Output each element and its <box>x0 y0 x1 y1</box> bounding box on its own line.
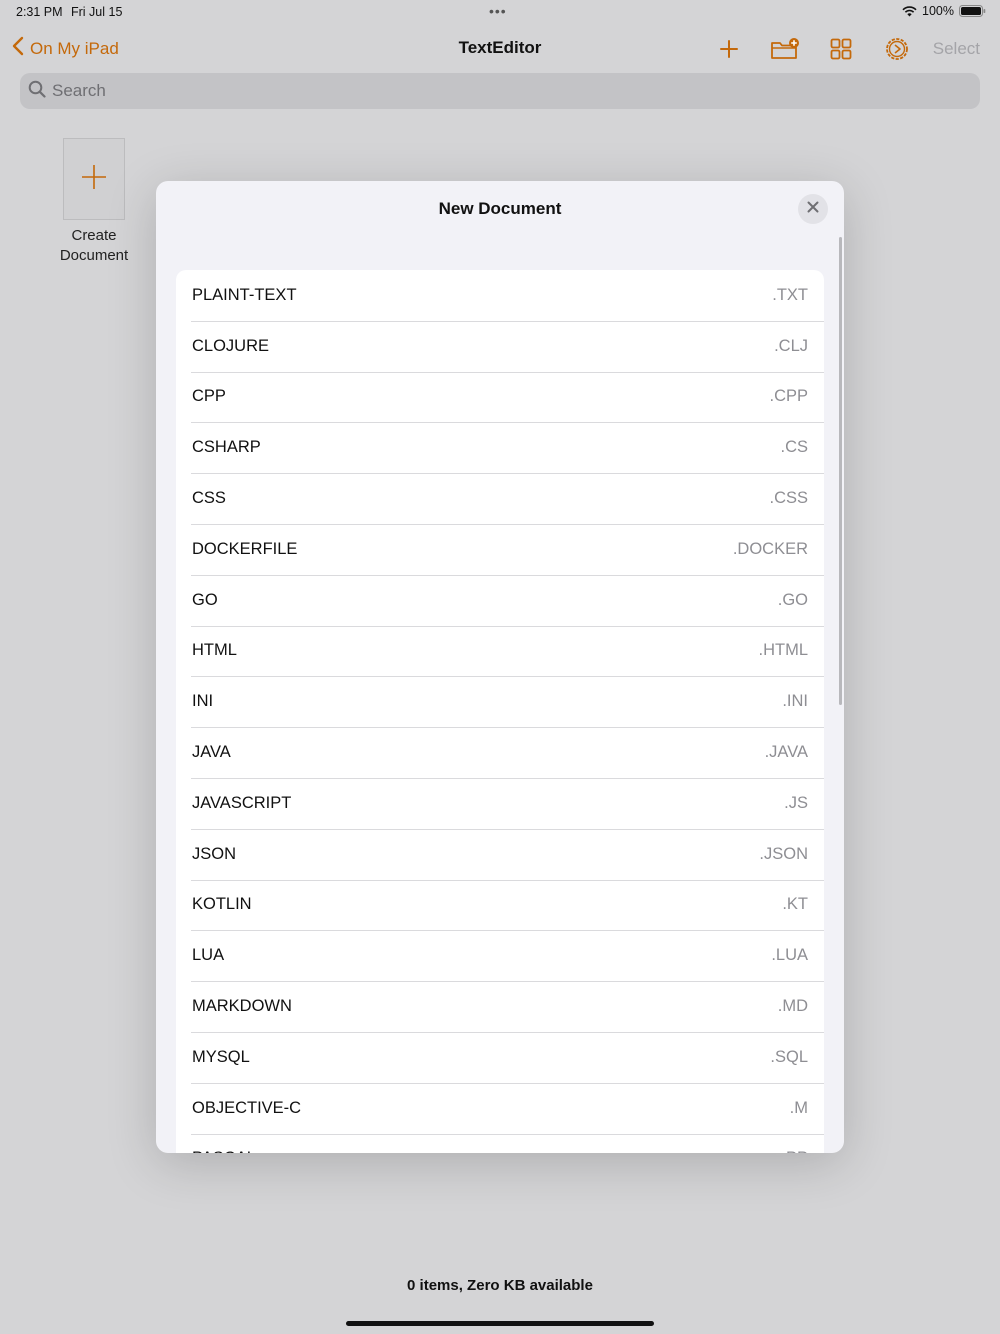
document-type-name: JAVA <box>192 743 231 762</box>
list-item[interactable]: PLAINT-TEXT .TXT <box>176 270 824 321</box>
sheet-title: New Document <box>438 199 562 218</box>
search-placeholder: Search <box>52 81 106 100</box>
document-type-extension: .PP <box>781 1149 808 1153</box>
list-item[interactable]: CPP .CPP <box>176 371 824 423</box>
document-type-name: DOCKERFILE <box>192 539 298 558</box>
new-folder-icon[interactable] <box>765 34 805 64</box>
document-type-extension: .TXT <box>772 285 808 304</box>
list-item[interactable]: KOTLIN .KT <box>176 879 824 931</box>
list-item[interactable]: MARKDOWN .MD <box>176 981 824 1032</box>
close-button[interactable] <box>798 194 828 224</box>
document-type-extension: .KT <box>782 895 808 914</box>
document-type-name: JAVASCRIPT <box>192 793 292 812</box>
document-type-extension: .CSS <box>769 489 808 508</box>
list-item[interactable]: INI .INI <box>176 676 824 727</box>
document-type-name: JSON <box>192 844 237 863</box>
grid-view-icon[interactable] <box>821 34 861 64</box>
list-item[interactable]: JSON .JSON <box>176 828 824 880</box>
home-indicator[interactable] <box>346 1321 654 1326</box>
document-type-name: CSS <box>192 489 226 508</box>
document-type-extension: .JS <box>784 793 808 812</box>
create-document-label[interactable]: Create Document <box>44 226 144 266</box>
status-time: 2:31 PM <box>16 5 63 19</box>
select-button[interactable]: Select <box>933 39 980 59</box>
storage-status: 0 items, Zero KB available <box>407 1277 593 1294</box>
document-type-extension: .CS <box>780 438 808 457</box>
toolbar-actions: Select <box>693 34 980 64</box>
navigation-bar: On My iPad TextEditor Select <box>0 28 1000 68</box>
document-type-extension: .DOCKER <box>732 539 808 558</box>
document-type-name: HTML <box>192 641 237 660</box>
list-item[interactable]: DOCKERFILE .DOCKER <box>176 523 824 575</box>
status-bar: 2:31 PM Fri Jul 15 ••• 100% <box>0 0 1000 24</box>
settings-gear-icon[interactable] <box>877 34 917 64</box>
document-type-name: CSHARP <box>192 438 261 457</box>
create-document-tile[interactable] <box>63 138 125 220</box>
document-type-extension: .JSON <box>759 844 808 863</box>
document-type-extension: .CLJ <box>774 336 808 355</box>
list-item[interactable]: JAVASCRIPT .JS <box>176 777 824 829</box>
document-type-extension: .HTML <box>758 641 809 660</box>
document-type-name: MYSQL <box>192 1047 250 1066</box>
plus-icon[interactable] <box>709 34 749 64</box>
document-type-name: OBJECTIVE-C <box>192 1098 302 1117</box>
document-type-extension: .M <box>789 1098 808 1117</box>
list-item[interactable]: OBJECTIVE-C .M <box>176 1082 824 1134</box>
list-item[interactable]: PASCAL .PP <box>176 1133 824 1153</box>
document-type-name: CLOJURE <box>192 336 270 355</box>
wifi-icon <box>902 5 917 17</box>
document-type-name: MARKDOWN <box>192 997 292 1016</box>
status-date: Fri Jul 15 <box>71 5 123 19</box>
document-type-extension: .INI <box>782 692 808 711</box>
new-document-sheet: New Document PLAINT-TEXT .TXT CLOJURE .CLJ C… <box>156 181 844 1153</box>
document-type-name: GO <box>192 590 218 609</box>
battery-icon <box>959 5 986 17</box>
document-type-name: KOTLIN <box>192 895 252 914</box>
document-type-name: CPP <box>192 387 226 406</box>
create-label-line2: Document <box>59 247 129 264</box>
list-item[interactable]: MYSQL .SQL <box>176 1031 824 1083</box>
list-item[interactable]: JAVA .JAVA <box>176 727 824 778</box>
scrollbar[interactable] <box>839 237 842 705</box>
list-item[interactable]: HTML .HTML <box>176 625 824 677</box>
document-type-name: PASCAL <box>192 1149 256 1153</box>
list-item[interactable]: CLOJURE .CLJ <box>176 320 824 372</box>
document-type-name: INI <box>192 692 214 711</box>
list-item[interactable]: CSS .CSS <box>176 473 824 524</box>
document-type-extension: .GO <box>777 590 808 609</box>
document-type-name: LUA <box>192 946 225 965</box>
list-item[interactable]: LUA .LUA <box>176 930 824 981</box>
document-type-extension: .CPP <box>769 387 808 406</box>
document-type-extension: .JAVA <box>764 743 808 762</box>
battery-percent: 100% <box>922 4 954 18</box>
document-type-extension: .SQL <box>770 1047 808 1066</box>
create-label-line1: Create <box>71 227 117 244</box>
status-indicators: 100% <box>902 4 986 18</box>
multitasking-dots-icon[interactable]: ••• <box>489 3 507 19</box>
document-type-list: PLAINT-TEXT .TXT CLOJURE .CLJ CPP .CPP CSHARP.… <box>176 270 824 1153</box>
document-type-name: PLAINT-TEXT <box>192 285 297 304</box>
search-input[interactable]: Search <box>20 73 980 109</box>
document-type-extension: .LUA <box>771 946 808 965</box>
search-icon <box>28 80 46 103</box>
document-type-extension: .MD <box>777 997 808 1016</box>
list-item[interactable]: GO .GO <box>176 574 824 626</box>
close-icon <box>807 200 819 218</box>
list-item[interactable]: CSHARP .CS <box>176 422 824 473</box>
plus-icon <box>80 163 108 196</box>
